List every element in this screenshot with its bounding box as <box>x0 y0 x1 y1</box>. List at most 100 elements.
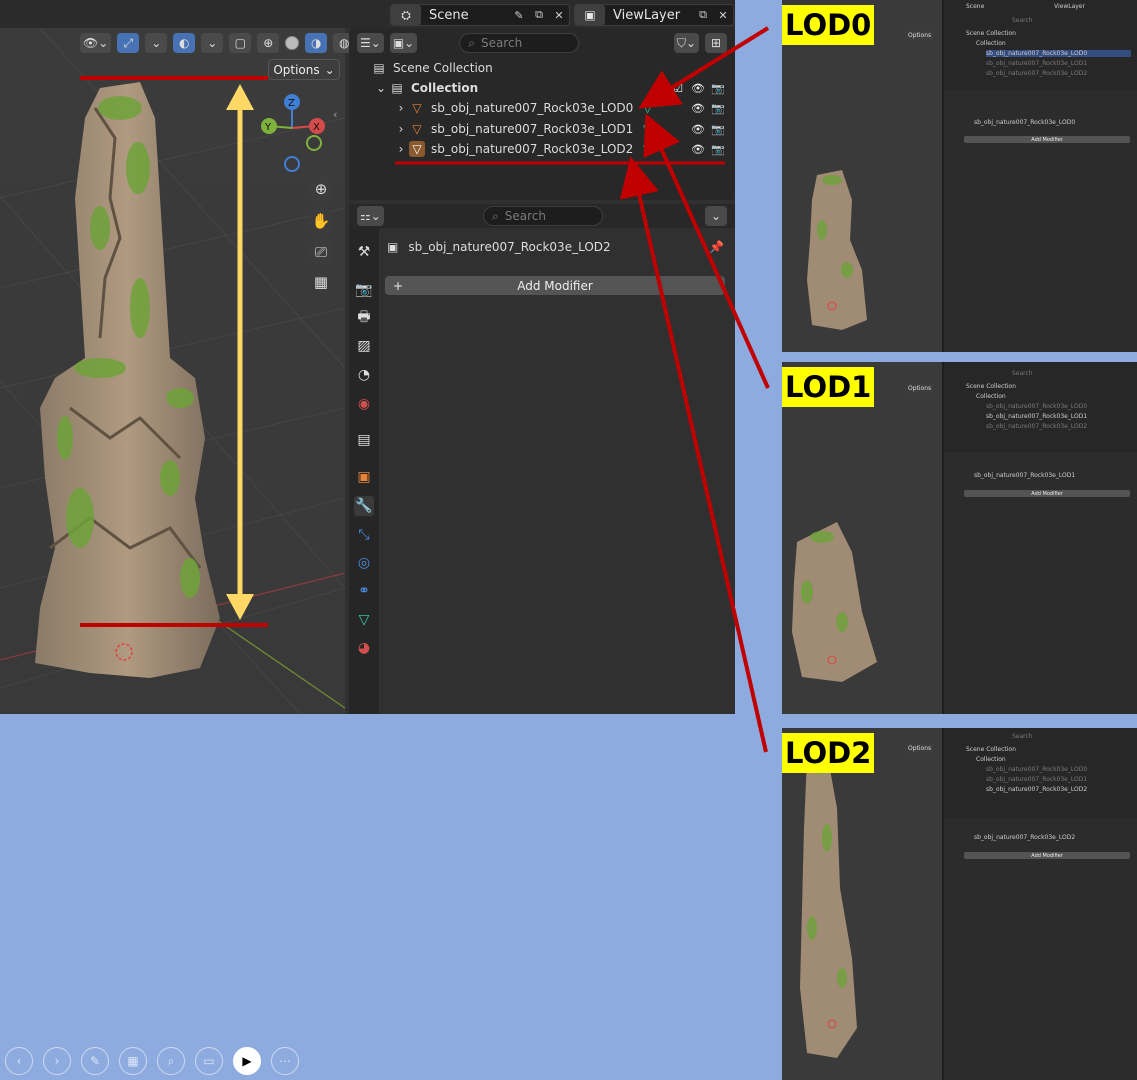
axis-x-label: X <box>313 122 320 133</box>
view-layer-tab-icon[interactable]: ▨ <box>354 336 374 356</box>
mesh-data-icon[interactable]: ▽ <box>643 142 652 156</box>
gizmo-toggle[interactable]: ⤢ <box>117 33 140 53</box>
navigation-gizmo[interactable]: Z X Y <box>255 88 335 178</box>
thumbnail-outliner: Scene ViewLayer Search Scene Collection … <box>944 0 1137 90</box>
search-placeholder: Search <box>480 36 523 50</box>
solid-shading[interactable] <box>285 36 300 50</box>
outliner-item-lod0[interactable]: › ▽ sb_obj_nature007_Rock03e_LOD0 ▽ 👁 📷 <box>393 98 735 118</box>
scene-collection-label: Scene Collection <box>966 383 1016 390</box>
blank-icon[interactable]: ▭ <box>195 1047 223 1075</box>
outliner-search-input[interactable]: ⌕ Search <box>459 33 580 53</box>
options-dropdown[interactable]: Options ⌄ <box>268 59 340 80</box>
options-dropdown[interactable]: ⌄ <box>705 206 727 226</box>
chevron-down-icon[interactable]: ⌄ <box>373 80 389 96</box>
physics-tab-icon[interactable]: ◎ <box>354 553 374 573</box>
zoom-icon[interactable]: ⌕ <box>157 1047 185 1075</box>
sidebar-toggle-icon[interactable]: ‹ <box>333 108 337 121</box>
thumbnail-lod0: Options Scene ViewLayer Search Scene Col… <box>782 0 1137 352</box>
scene-icon: ⛭ <box>391 5 421 25</box>
chevron-right-icon[interactable]: › <box>393 121 409 137</box>
properties-search-input[interactable]: ⌕ Search <box>483 206 603 226</box>
checkbox-icon[interactable]: ☑ <box>671 81 685 95</box>
object-tab-icon[interactable]: ▣ <box>354 467 374 487</box>
close-icon[interactable]: ✕ <box>713 5 733 25</box>
rock-model[interactable] <box>20 78 280 698</box>
copy-icon[interactable]: ⧉ <box>529 5 549 25</box>
mesh-data-tab-icon[interactable]: ▽ <box>354 610 374 630</box>
grid-icon[interactable]: ▦ <box>308 269 334 295</box>
pin-icon[interactable]: 📌 <box>709 240 724 254</box>
next-icon[interactable]: › <box>43 1047 71 1075</box>
scene-label: Scene <box>429 7 469 23</box>
eye-icon[interactable]: 👁 <box>691 142 705 156</box>
add-modifier-label: Add Modifier <box>1031 490 1063 497</box>
world-tab-icon[interactable]: ◉ <box>354 394 374 414</box>
zoom-icon[interactable]: ⊕ <box>308 176 334 202</box>
axis-y-label: Y <box>264 122 272 133</box>
constraints-tab-icon[interactable]: ⚭ <box>354 581 374 601</box>
chevron-right-icon[interactable]: › <box>393 141 409 157</box>
scene-tab-icon[interactable]: ◔ <box>354 365 374 385</box>
add-modifier-label: Add Modifier <box>1031 136 1063 143</box>
item-label: sb_obj_nature007_Rock03e_LOD2 <box>986 423 1088 430</box>
mesh-data-icon[interactable]: ▽ <box>643 101 652 115</box>
render-tab-icon[interactable]: 📷 <box>354 280 374 300</box>
material-tab-icon[interactable]: ◕ <box>354 638 374 658</box>
camera-icon[interactable]: ⎚ <box>308 239 334 265</box>
collection-row[interactable]: ⌄ ▤ Collection ☑ 👁 📷 <box>373 78 735 98</box>
render-camera-icon[interactable]: 📷 <box>711 122 725 136</box>
new-collection-icon[interactable]: ⊞ <box>705 33 727 53</box>
slides-icon[interactable]: ▦ <box>119 1047 147 1075</box>
chevron-down-icon: ⌄ <box>324 62 335 77</box>
close-icon[interactable]: ✕ <box>549 5 569 25</box>
viewlayer-selector[interactable]: ▣ ViewLayer ⧉ ✕ <box>574 4 734 26</box>
outliner-item-lod1[interactable]: › ▽ sb_obj_nature007_Rock03e_LOD1 ▽ 👁 📷 <box>393 119 735 139</box>
add-modifier-button[interactable]: + Add Modifier <box>385 276 725 295</box>
more-icon[interactable]: ⋯ <box>271 1047 299 1075</box>
tool-tab-icon[interactable]: ⚒ <box>354 242 374 262</box>
display-mode-dropdown[interactable]: ☰⌄ <box>357 33 384 53</box>
scene-label: Scene <box>966 3 985 10</box>
eye-icon[interactable]: 👁 <box>691 81 705 95</box>
search-icon: ⌕ <box>468 35 475 50</box>
render-camera-icon[interactable]: 📷 <box>711 101 725 115</box>
wireframe-shading[interactable]: ⊕ <box>257 33 280 53</box>
visibility-dropdown[interactable]: 👁⌄ <box>80 33 112 53</box>
object-name: sb_obj_nature007_Rock03e_LOD1 <box>974 472 1076 479</box>
mesh-data-icon[interactable]: ▽ <box>643 122 652 136</box>
scene-collection-row[interactable]: ▤ Scene Collection <box>371 58 492 78</box>
eye-icon[interactable]: 👁 <box>691 122 705 136</box>
thumbnail-lod2: Options Search Scene Collection Collecti… <box>782 728 1137 1080</box>
pen-icon[interactable]: ✎ <box>81 1047 109 1075</box>
gizmo-dropdown[interactable]: ⌄ <box>145 33 168 53</box>
thumbnail-outliner: Search Scene Collection Collection sb_ob… <box>944 728 1137 818</box>
copy-icon[interactable]: ⧉ <box>693 5 713 25</box>
editor-type-dropdown[interactable]: ⚏⌄ <box>357 206 384 226</box>
xray-toggle[interactable]: ▢ <box>229 33 252 53</box>
item-label: sb_obj_nature007_Rock03e_LOD2 <box>986 786 1088 793</box>
modifier-tab-icon[interactable]: 🔧 <box>354 496 374 516</box>
add-modifier-label: Add Modifier <box>1031 852 1063 859</box>
overlay-toggle[interactable]: ◐ <box>173 33 196 53</box>
output-tab-icon[interactable]: 🖶 <box>354 308 374 328</box>
pin-icon[interactable]: ✎ <box>509 5 529 25</box>
material-shading[interactable]: ◑ <box>305 33 328 53</box>
chevron-right-icon[interactable]: › <box>393 100 409 116</box>
render-camera-icon[interactable]: 📷 <box>711 142 725 156</box>
pan-hand-icon[interactable]: ✋ <box>308 208 334 234</box>
viewlayer-label: ViewLayer <box>1054 3 1085 10</box>
filter-dropdown[interactable]: ⛉⌄ <box>673 33 699 53</box>
render-camera-icon[interactable]: 📷 <box>711 81 725 95</box>
outliner-item-lod2[interactable]: › ▽ sb_obj_nature007_Rock03e_LOD2 ▽ 👁 📷 <box>393 139 735 159</box>
collection-tab-icon[interactable]: ▤ <box>354 430 374 450</box>
scene-collection-icon: ▤ <box>373 61 385 75</box>
object-name-row: ▣ sb_obj_nature007_Rock03e_LOD2 <box>387 240 611 254</box>
filter-view-dropdown[interactable]: ▣⌄ <box>389 33 418 53</box>
top-bar: ⛭ Scene ✎ ⧉ ✕ ▣ ViewLayer ⧉ ✕ <box>0 0 735 28</box>
camera-icon[interactable]: ▶ <box>233 1047 261 1075</box>
particles-tab-icon[interactable]: ⤡ <box>354 525 374 545</box>
prev-icon[interactable]: ‹ <box>5 1047 33 1075</box>
eye-icon[interactable]: 👁 <box>691 101 705 115</box>
overlay-dropdown[interactable]: ⌄ <box>201 33 224 53</box>
scene-selector[interactable]: ⛭ Scene ✎ ⧉ ✕ <box>390 4 570 26</box>
